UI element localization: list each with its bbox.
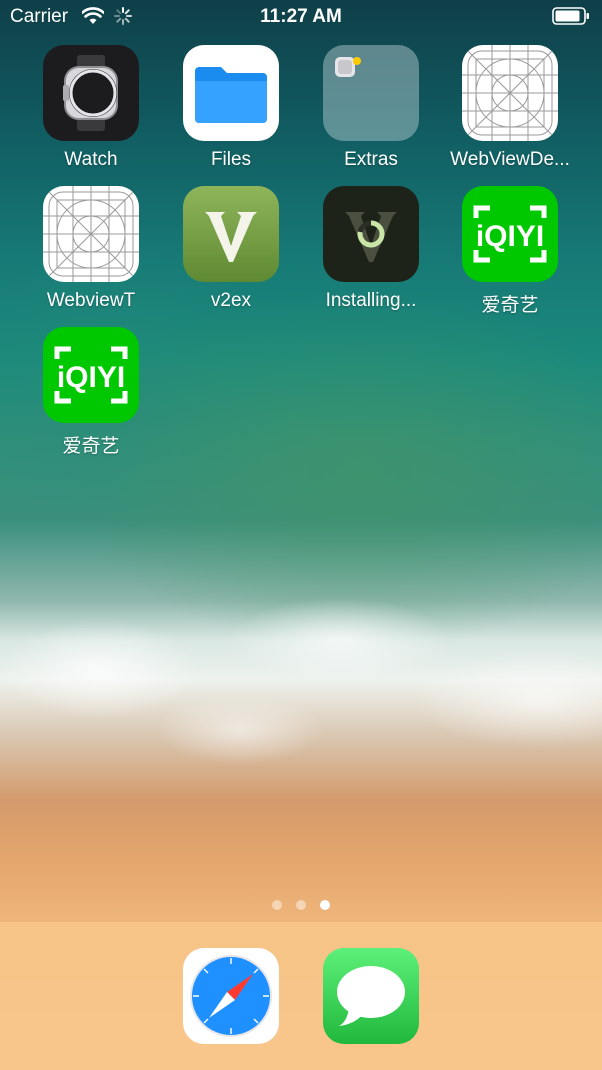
iqiyi-logo-text: iQIYI [476,220,544,253]
wallpaper-foam [0,560,602,820]
page-dot[interactable] [296,900,306,910]
dock-app-safari[interactable] [183,948,279,1044]
page-dot-current[interactable] [320,900,330,910]
v2ex-logo-icon [183,186,279,282]
app-label: Files [210,149,252,170]
page-dot[interactable] [272,900,282,910]
app-label: Watch [64,149,118,170]
iqiyi-logo-text: iQIYI [57,361,125,394]
app-iqiyi[interactable]: iQIYI 爱奇艺 [440,186,580,317]
blank-app-template-icon [43,186,139,282]
app-label: WebviewT [46,290,136,311]
messages-bubble-icon [337,966,405,1026]
page-indicator[interactable] [0,897,602,911]
app-v2ex[interactable]: v2ex [161,186,301,312]
iqiyi-logo-icon: iQIYI [462,186,558,282]
app-iqiyi-2[interactable]: iQIYI 爱奇艺 [21,327,161,458]
iqiyi-logo-icon: iQIYI [43,327,139,423]
app-installing[interactable]: Installing... [301,186,441,312]
battery-icon [552,7,589,25]
home-screen: Carrier 11:27 AM Watch Files Extras WebV… [0,0,602,1070]
dock-app-messages[interactable] [323,948,419,1044]
app-folder-icon [323,45,419,141]
safari-compass-icon [190,955,272,1037]
app-label: v2ex [210,290,252,311]
status-bar: Carrier 11:27 AM [0,0,602,34]
clock-time: 11:27 AM [260,6,342,27]
app-label: 爱奇艺 [481,295,539,316]
installing-progress-icon [323,186,419,282]
blank-app-template-icon [462,45,558,141]
app-watch[interactable]: Watch [21,45,161,171]
apple-watch-icon [43,45,139,141]
app-label: WebViewDe... [450,149,570,170]
app-label: 爱奇艺 [62,436,120,457]
app-webviewt[interactable]: WebviewT [21,186,161,312]
app-files[interactable]: Files [161,45,301,171]
app-folder-extras[interactable]: Extras [301,45,441,171]
app-label: Installing... [325,290,417,311]
app-label: Extras [344,149,398,170]
folder-icon [183,45,279,141]
app-webviewdemo[interactable]: WebViewDe... [440,45,580,171]
dock [0,922,602,1070]
